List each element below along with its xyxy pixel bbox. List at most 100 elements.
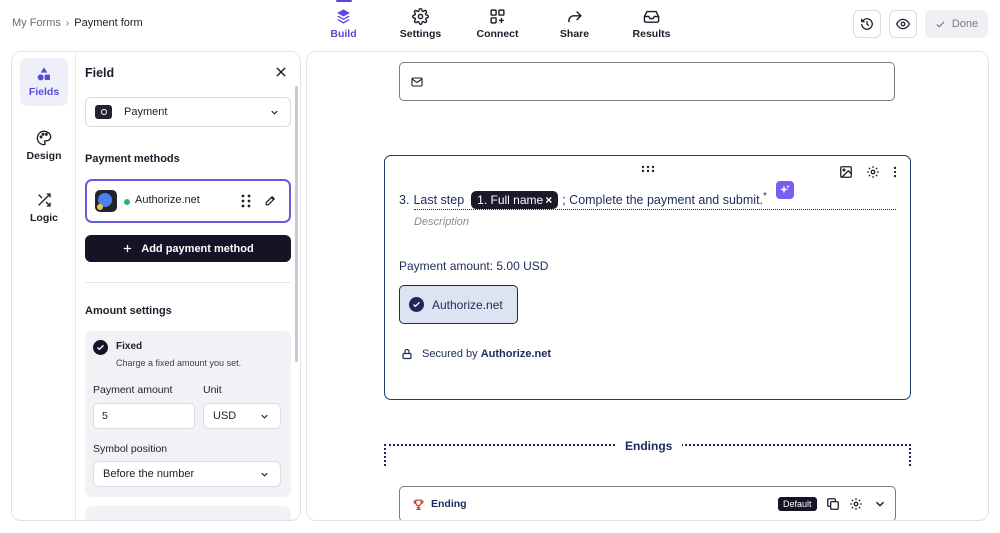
email-input-preview[interactable] xyxy=(399,62,895,101)
breadcrumb-separator: › xyxy=(65,17,70,29)
sparkle-icon xyxy=(780,185,790,194)
breadcrumb: My Forms › Payment form xyxy=(12,17,143,29)
payment-amount-text: Payment amount: 5.00 USD xyxy=(399,259,549,273)
gear-icon[interactable] xyxy=(849,497,863,511)
description-field[interactable]: Description xyxy=(414,216,469,228)
field-type-select[interactable]: Payment xyxy=(85,97,291,127)
main-nav: Build Settings Connect Share Results xyxy=(305,0,690,48)
nav-tab-share[interactable]: Share xyxy=(536,0,613,48)
chevron-down-icon xyxy=(271,110,278,115)
drag-handle-icon[interactable] xyxy=(240,194,252,208)
rail-item-fields[interactable]: Fields xyxy=(20,58,68,106)
default-badge: Default xyxy=(778,497,817,511)
provider-choice-label: Authorize.net xyxy=(432,297,503,312)
next-settings-card xyxy=(85,506,291,520)
nav-tab-results[interactable]: Results xyxy=(613,0,690,48)
field-settings-panel: Field Payment Payment methods Authorize.… xyxy=(76,52,300,520)
check-circle-icon xyxy=(409,297,424,312)
recall-chip[interactable]: 1. Full name × xyxy=(471,191,559,209)
secured-by-notice: Secured by Authorize.net xyxy=(401,348,551,360)
check-icon xyxy=(936,20,945,28)
history-icon xyxy=(861,18,873,30)
panel-scrollbar[interactable] xyxy=(295,86,298,362)
done-button[interactable]: Done xyxy=(925,10,988,38)
nav-tab-label: Build xyxy=(330,28,357,40)
question-card[interactable]: 3. Last step 1. Full name × ; Complete t… xyxy=(384,155,911,400)
nav-tab-settings[interactable]: Settings xyxy=(382,0,459,48)
chevron-down-icon[interactable] xyxy=(873,497,887,511)
question-title-underline xyxy=(414,209,896,210)
done-label: Done xyxy=(951,18,979,30)
payment-method-name: Authorize.net xyxy=(135,194,200,206)
trophy-icon xyxy=(413,499,424,510)
fixed-radio-checked[interactable] xyxy=(93,340,108,355)
pencil-icon[interactable] xyxy=(264,194,277,207)
payment-methods-label: Payment methods xyxy=(85,153,180,165)
duplicate-icon[interactable] xyxy=(826,497,840,511)
history-button[interactable] xyxy=(853,10,881,38)
ending-card[interactable]: Ending Default xyxy=(399,486,896,520)
gear-icon[interactable] xyxy=(866,165,880,179)
inbox-icon xyxy=(643,10,660,23)
close-icon[interactable] xyxy=(274,65,288,79)
fixed-option-description: Charge a fixed amount you set. xyxy=(116,358,242,368)
add-payment-method-button[interactable]: Add payment method xyxy=(85,235,291,262)
nav-tab-connect[interactable]: Connect xyxy=(459,0,536,48)
drag-handle-icon[interactable] xyxy=(641,165,655,173)
rail-item-label: Design xyxy=(26,150,62,162)
nav-tab-label: Results xyxy=(632,28,671,40)
question-prefix: Last step xyxy=(413,193,465,207)
divider xyxy=(85,282,291,283)
image-icon[interactable] xyxy=(839,165,853,179)
sidebar-rail: Fields Design Logic xyxy=(12,52,76,520)
panel-title: Field xyxy=(85,66,115,80)
field-type-value: Payment xyxy=(124,106,168,118)
authorize-net-logo xyxy=(95,190,117,212)
endings-section-title: Endings xyxy=(615,439,683,453)
gear-icon xyxy=(412,8,429,25)
share-icon xyxy=(568,11,582,23)
palette-icon xyxy=(36,130,52,146)
ending-title: Ending xyxy=(431,498,467,510)
breadcrumb-root-link[interactable]: My Forms xyxy=(12,17,61,29)
question-title[interactable]: 3. Last step 1. Full name × ; Complete t… xyxy=(399,191,767,209)
symbol-position-select[interactable]: Before the number xyxy=(93,461,281,487)
question-number: 3. xyxy=(399,193,410,207)
payment-amount-input[interactable]: 5 xyxy=(93,403,195,429)
left-panel-frame: Fields Design Logic Field Payment Paymen… xyxy=(11,51,301,521)
more-vertical-icon[interactable] xyxy=(890,165,900,179)
chevron-down-icon xyxy=(261,414,268,419)
form-canvas: 3. Last step 1. Full name × ; Complete t… xyxy=(306,51,989,521)
fixed-option-title: Fixed xyxy=(116,341,143,352)
rail-item-design[interactable]: Design xyxy=(20,122,68,170)
ai-sparkle-button[interactable] xyxy=(776,181,794,199)
rail-item-label: Logic xyxy=(30,212,58,224)
payment-amount-value: 5 xyxy=(102,410,108,422)
unit-select[interactable]: USD xyxy=(203,403,281,429)
shapes-icon xyxy=(37,67,50,81)
secured-prefix: Secured by xyxy=(422,348,478,360)
nav-tab-build[interactable]: Build xyxy=(305,0,382,48)
check-icon xyxy=(97,344,104,351)
plus-icon xyxy=(124,244,132,253)
amount-settings-card: Fixed Charge a fixed amount you set. Pay… xyxy=(85,331,291,497)
eye-icon xyxy=(896,18,910,30)
question-suffix: ; Complete the payment and submit. xyxy=(562,193,764,207)
add-payment-method-label: Add payment method xyxy=(141,242,254,255)
layers-icon xyxy=(337,9,350,24)
breadcrumb-current: Payment form xyxy=(74,17,143,29)
nav-tab-label: Connect xyxy=(476,28,519,40)
payment-icon xyxy=(95,105,112,119)
connected-status-dot xyxy=(124,199,130,205)
required-mark: * xyxy=(763,191,767,202)
payment-method-card[interactable]: Authorize.net xyxy=(85,179,291,223)
provider-choice-button[interactable]: Authorize.net xyxy=(399,285,518,324)
nav-tab-label: Settings xyxy=(399,28,442,40)
recall-chip-remove[interactable]: × xyxy=(545,193,552,207)
rail-item-logic[interactable]: Logic xyxy=(20,184,68,232)
preview-button[interactable] xyxy=(889,10,917,38)
rail-item-label: Fields xyxy=(28,86,60,98)
chevron-down-icon xyxy=(261,472,268,477)
lock-icon xyxy=(402,348,412,360)
symbol-position-value: Before the number xyxy=(103,468,195,480)
